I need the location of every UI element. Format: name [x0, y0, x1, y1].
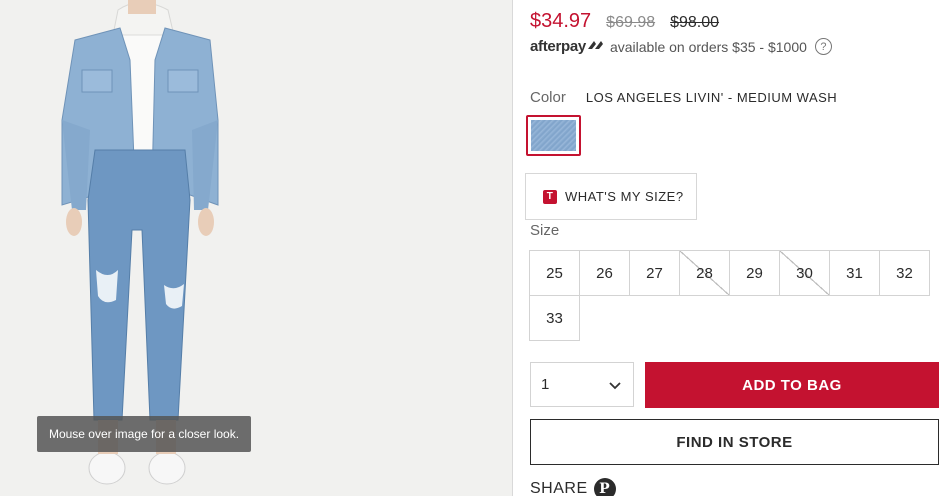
quantity-value: 1 — [541, 376, 550, 393]
original-price: $69.98 — [606, 14, 656, 31]
afterpay-row: afterpay available on orders $35 - $1000… — [530, 38, 832, 55]
color-value: LOS ANGELES LIVIN' - MEDIUM WASH — [585, 90, 838, 105]
panel-divider — [512, 0, 513, 496]
true-fit-icon: T — [543, 189, 557, 204]
product-image[interactable]: Mouse over image for a closer look. — [0, 0, 512, 496]
size-option[interactable]: 25 — [529, 250, 580, 296]
afterpay-logo: afterpay — [530, 38, 606, 55]
size-option-unavailable[interactable]: 30 — [779, 250, 830, 296]
list-price: $98.00 — [670, 14, 720, 31]
size-option[interactable]: 29 — [729, 250, 780, 296]
whats-my-size-button[interactable]: T WHAT'S MY SIZE? — [525, 173, 697, 220]
sale-price: $34.97 — [530, 10, 592, 32]
price-row: $34.97 $69.98 $98.00 — [530, 10, 719, 33]
size-option[interactable]: 31 — [829, 250, 880, 296]
size-option[interactable]: 33 — [529, 295, 580, 341]
afterpay-arrows-icon — [587, 41, 603, 49]
add-to-bag-button[interactable]: ADD TO BAG — [645, 362, 939, 408]
share-row: SHARE P — [530, 478, 616, 496]
find-in-store-button[interactable]: FIND IN STORE — [530, 419, 939, 465]
pinterest-icon[interactable]: P — [593, 478, 616, 496]
whats-my-size-label: WHAT'S MY SIZE? — [565, 189, 684, 204]
afterpay-message: available on orders $35 - $1000 — [609, 38, 807, 55]
swatch-fill — [531, 120, 576, 151]
chevron-down-icon — [609, 381, 621, 389]
size-option[interactable]: 27 — [629, 250, 680, 296]
size-option-unavailable[interactable]: 28 — [679, 250, 730, 296]
size-label: Size — [530, 222, 560, 239]
quantity-select[interactable]: 1 — [530, 362, 634, 407]
question-circle-icon[interactable]: ? — [814, 38, 832, 55]
size-option[interactable]: 32 — [879, 250, 930, 296]
share-label: SHARE — [530, 480, 588, 496]
product-page: Mouse over image for a closer look. $34.… — [0, 0, 939, 496]
color-label: Color — [530, 89, 566, 106]
color-swatch-selected[interactable] — [526, 115, 581, 156]
color-row: Color LOS ANGELES LIVIN' - MEDIUM WASH — [530, 89, 837, 106]
zoom-hint-tooltip: Mouse over image for a closer look. — [37, 416, 251, 452]
size-option[interactable]: 26 — [579, 250, 630, 296]
